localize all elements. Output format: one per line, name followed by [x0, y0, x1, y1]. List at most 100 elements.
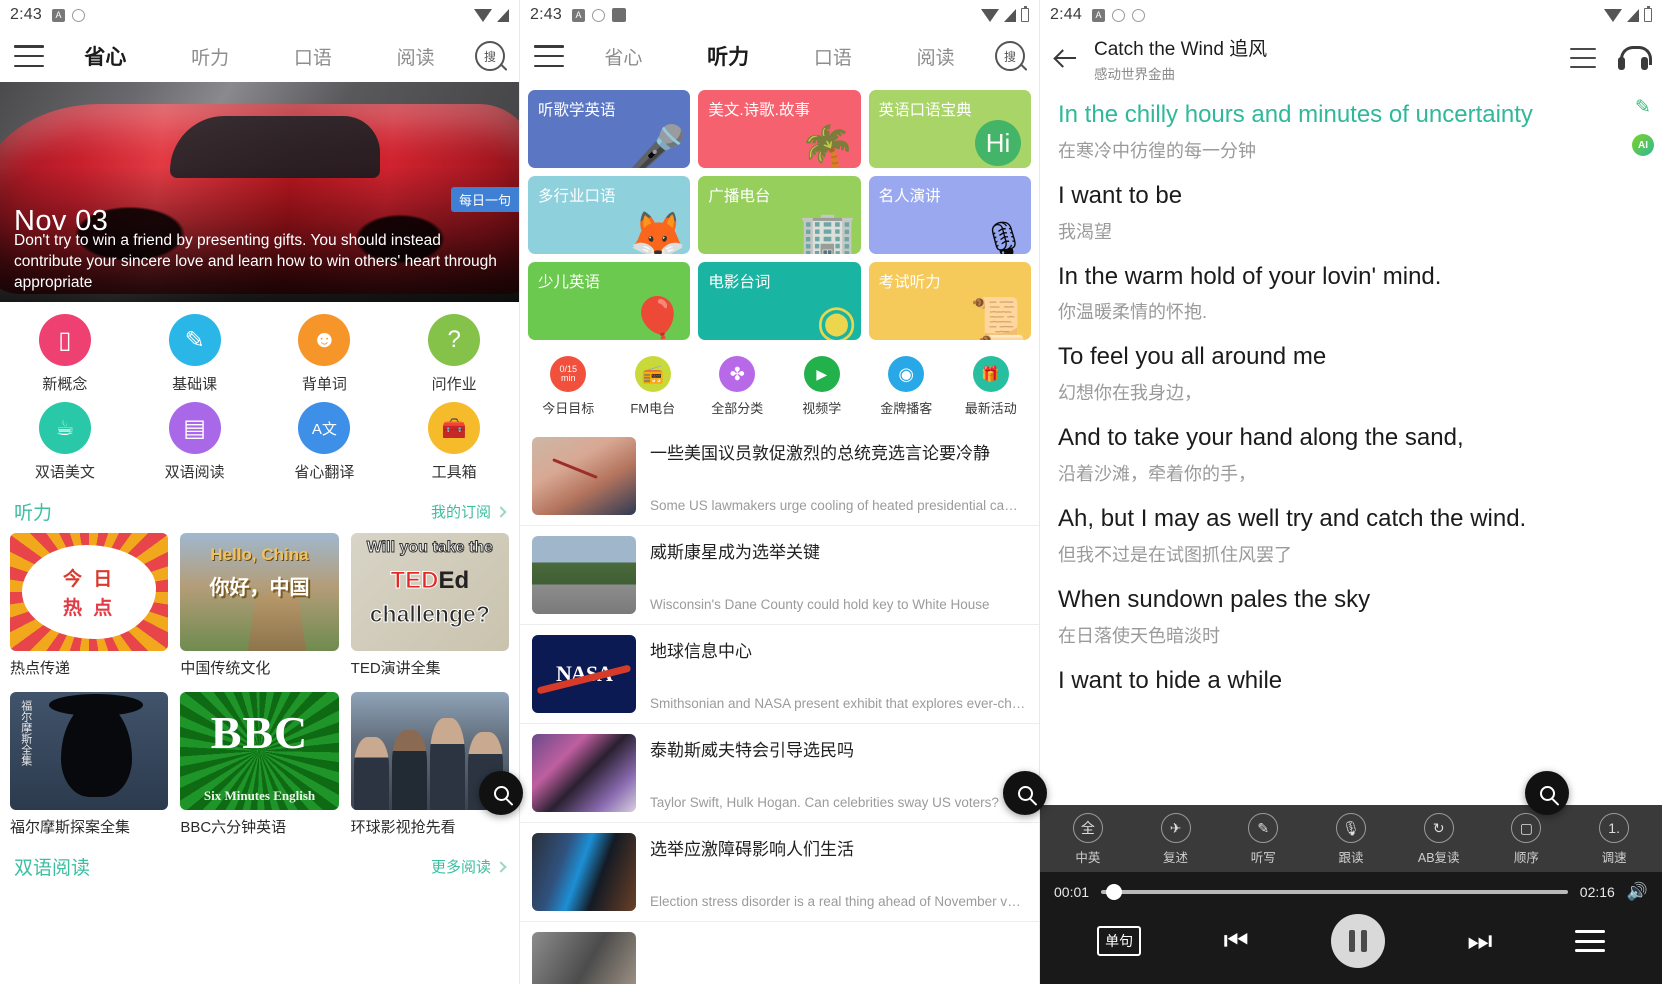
my-subscription-link[interactable]: 我的订阅 [431, 501, 507, 522]
lyric-en: I want to hide a while [1058, 666, 1283, 694]
action-latest-events[interactable]: 🎁 最新活动 [949, 356, 1034, 417]
tab-tingli[interactable]: 听力 [707, 41, 749, 71]
previous-icon[interactable]: ⏮ [1223, 925, 1248, 958]
action-daily-goal[interactable]: 0/15 min 今日目标 [526, 356, 611, 417]
lyric-en: In the chilly hours and minutes of uncer… [1058, 101, 1533, 128]
card-global-movies[interactable]: 环球影视抢先看 [350, 692, 509, 837]
loop-mode-button[interactable]: 单句 [1097, 926, 1142, 956]
category-tiles: 听歌学英语 🎤 美文.诗歌.故事 🌴 英语口语宝典 Hi 多行业口语 🦊 广播电… [520, 82, 1039, 344]
tool-order[interactable]: ▢ 顺序 [1483, 813, 1571, 866]
grid-item-bilingual-essay[interactable]: ☕ 双语美文 [0, 402, 130, 482]
action-fm-radio[interactable]: 📻 FM电台 [611, 356, 696, 417]
grid-item-toolbox[interactable]: 🧰 工具箱 [389, 402, 519, 482]
list-item[interactable]: 威斯康星成为选举关键 Wisconsin's Dane County could… [520, 526, 1039, 625]
tool-dictation[interactable]: ✎ 听写 [1219, 813, 1307, 866]
list-item[interactable]: 选举应激障碍影响人们生活 Election stress disorder is… [520, 823, 1039, 922]
app-icon: A [571, 8, 585, 22]
lyrics-panel[interactable]: ✎ AI In the chilly hours and minutes of … [1040, 86, 1662, 786]
search-icon[interactable]: 搜 [995, 41, 1025, 71]
tile-exam-listening[interactable]: 考试听力 📜 [868, 262, 1031, 340]
wifi-icon [1604, 8, 1622, 22]
list-item[interactable]: 一些美国议员敦促激烈的总统竞选言论要冷静 Some US lawmakers u… [520, 427, 1039, 526]
menu-icon[interactable] [534, 45, 564, 67]
tab-kouyu[interactable]: 口语 [294, 43, 332, 70]
lyric-line[interactable]: To feel you all around me 幻想你在我身边， [1058, 340, 1644, 405]
lyric-line[interactable]: I want to be 我渴望 [1058, 179, 1644, 244]
search-icon[interactable]: 搜 [475, 41, 505, 71]
trump-photo [532, 437, 636, 515]
tab-shengxin[interactable]: 省心 [84, 41, 126, 71]
tool-retell[interactable]: ✈ 复述 [1132, 813, 1220, 866]
tile-celebrity-speech[interactable]: 名人演讲 🎙 [868, 176, 1031, 254]
search-icon [493, 785, 509, 801]
lyric-zh: 你温暖柔情的怀抱. [1058, 302, 1208, 323]
action-label: 今日目标 [542, 401, 595, 416]
progress-knob[interactable] [1105, 884, 1122, 900]
grid-item-new-concept[interactable]: ▯ 新概念 [0, 314, 130, 394]
next-icon[interactable]: ⏭ [1467, 925, 1492, 958]
grid-item-bilingual-reading[interactable]: ▤ 双语阅读 [130, 402, 260, 482]
tile-essay-poem-story[interactable]: 美文.诗歌.故事 🌴 [698, 90, 861, 168]
lyric-line[interactable]: When sundown pales the sky 在日落使天色暗淡时 [1058, 583, 1644, 648]
search-fab-panel2[interactable] [1003, 771, 1047, 815]
tool-speed[interactable]: 1. 调速 [1570, 813, 1658, 866]
search-fab-panel3[interactable] [1525, 771, 1569, 815]
tool-read-along[interactable]: 🎙 跟读 [1307, 813, 1395, 866]
app-icon: A [51, 8, 65, 22]
daily-quote-banner[interactable]: 每日一句 Nov 03 Don't try to win a friend by… [0, 82, 519, 302]
menu-icon[interactable] [1574, 930, 1605, 952]
tile-spoken-english[interactable]: 英语口语宝典 Hi [868, 90, 1031, 168]
tile-industry-spoken[interactable]: 多行业口语 🦊 [528, 176, 691, 254]
card-chinese-culture[interactable]: Hello, China 你好，中国 中国传统文化 [180, 533, 339, 678]
search-fab-panel1[interactable] [479, 771, 523, 815]
volume-icon[interactable]: 🔊 [1627, 882, 1648, 902]
tab-kouyu[interactable]: 口语 [814, 43, 852, 70]
playback-controls: 单句 ⏮ ⏭ [1040, 908, 1662, 984]
list-item[interactable]: 泰勒斯威夫特会引导选民吗 Taylor Swift, Hulk Hogan. C… [520, 724, 1039, 823]
menu-icon[interactable] [14, 45, 44, 67]
news-title: 一些美国议员敦促激烈的总统竞选言论要冷静 [650, 444, 990, 463]
tab-yuedu[interactable]: 阅读 [917, 43, 955, 70]
lyric-line[interactable]: I want to hide a while [1058, 664, 1644, 699]
more-reading-link[interactable]: 更多阅读 [431, 856, 507, 877]
lyric-line[interactable]: In the warm hold of your lovin' mind. 你温… [1058, 260, 1644, 325]
card-bbc-six-minute[interactable]: BBC Six Minutes English BBC六分钟英语 [180, 692, 339, 837]
tab-tingli[interactable]: 听力 [191, 43, 229, 70]
headphone-icon[interactable] [1618, 46, 1652, 70]
tile-kids-english[interactable]: 少儿英语 🎈 [528, 262, 691, 340]
grid-item-translate[interactable]: A文 省心翻译 [260, 402, 390, 482]
playlist-icon[interactable] [1570, 48, 1596, 68]
tab-shengxin[interactable]: 省心 [604, 43, 642, 70]
action-podcast[interactable]: ◉ 金牌播客 [864, 356, 949, 417]
wifi-icon [981, 8, 999, 22]
newspaper-icon: ▤ [168, 402, 221, 454]
tool-label: 听写 [1250, 851, 1276, 865]
grid-item-memorize-words[interactable]: ☻ 背单词 [260, 314, 390, 394]
list-item[interactable] [520, 922, 1039, 984]
lyric-line[interactable]: Ah, but I may as well try and catch the … [1058, 502, 1644, 567]
tile-song-english[interactable]: 听歌学英语 🎤 [528, 90, 691, 168]
current-time: 00:01 [1054, 884, 1090, 900]
progress-row: 00:01 02:16 🔊 [1040, 872, 1662, 908]
highlighter-pen-icon[interactable]: ✎ [1632, 96, 1654, 118]
grid-item-ask-homework[interactable]: ? 问作业 [389, 314, 519, 394]
tool-bilingual[interactable]: 全 中英 [1044, 813, 1132, 866]
tab-yuedu[interactable]: 阅读 [397, 43, 435, 70]
lyric-line[interactable]: And to take your hand along the sand, 沿着… [1058, 421, 1644, 486]
card-hot-topic[interactable]: 今 日热 点 热点传递 [10, 533, 169, 678]
grid-label: 工具箱 [431, 464, 477, 481]
tool-ab-repeat[interactable]: ↻ AB复读 [1395, 813, 1483, 866]
card-ted-talks[interactable]: Will you take the TEDEd challenge? TED演讲… [350, 533, 509, 678]
pause-icon[interactable] [1330, 914, 1385, 968]
tile-radio-station[interactable]: 广播电台 🏢 [698, 176, 861, 254]
card-sherlock-holmes[interactable]: 福尔摩斯全集 福尔摩斯探案全集 [10, 692, 169, 837]
grid-item-basic-course[interactable]: ✎ 基础课 [130, 314, 260, 394]
lyric-line[interactable]: In the chilly hours and minutes of uncer… [1058, 98, 1644, 163]
action-all-categories[interactable]: ✤ 全部分类 [695, 356, 780, 417]
ai-assistant-icon[interactable]: AI [1632, 134, 1654, 156]
progress-slider[interactable] [1101, 884, 1568, 900]
action-video-learning[interactable]: ▶ 视频学 [780, 356, 865, 417]
tile-movie-lines[interactable]: 电影台词 ◉ [698, 262, 861, 340]
list-item[interactable]: 地球信息中心 Smithsonian and NASA present exhi… [520, 625, 1039, 724]
back-arrow-icon[interactable] [1054, 46, 1078, 70]
